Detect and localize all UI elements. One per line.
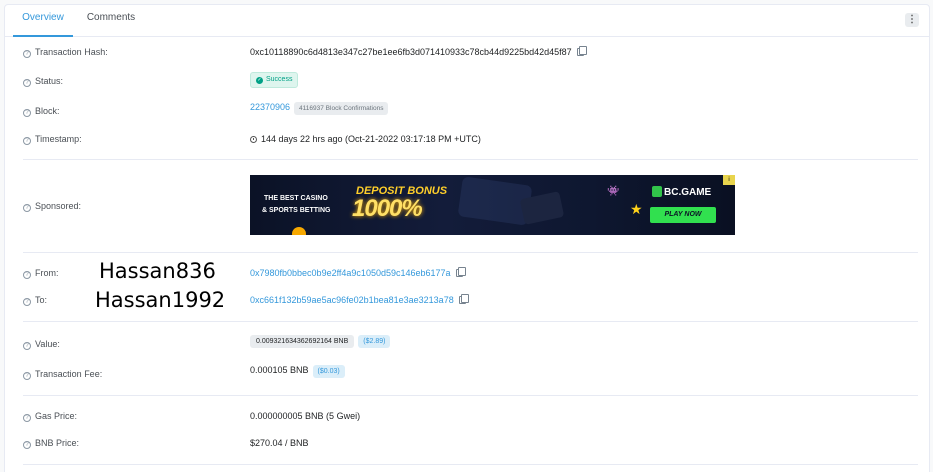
tab-overview[interactable]: Overview xyxy=(13,5,73,37)
bcgame-logo-icon xyxy=(652,186,662,197)
sponsored-ad-banner[interactable]: THE BEST CASINO & SPORTS BETTING DEPOSIT… xyxy=(250,175,735,235)
label-gas-price: ? Gas Price: xyxy=(23,411,77,422)
copy-icon[interactable] xyxy=(458,294,469,304)
copy-icon[interactable] xyxy=(576,46,587,56)
status-value: ✓ Success xyxy=(250,72,299,88)
label-value: ? Value: xyxy=(23,339,60,350)
label-to: ? To: xyxy=(23,295,47,306)
divider xyxy=(23,395,918,396)
to-address-link[interactable]: 0xc661f132b59ae5ac96fe02b1bea81e3ae3213a… xyxy=(250,295,454,305)
from-value: 0x7980fb0bbec0b9e2ff4a9c1050d59c146eb617… xyxy=(250,267,466,278)
block-confirmations-badge: 4116937 Block Confirmations xyxy=(294,102,389,115)
label-timestamp: ? Timestamp: xyxy=(23,134,82,145)
divider xyxy=(23,464,918,465)
help-icon[interactable]: ? xyxy=(23,204,31,212)
label-transaction-fee: ? Transaction Fee: xyxy=(23,369,102,380)
ad-play-now-button[interactable]: PLAY NOW xyxy=(650,207,716,223)
from-address-link[interactable]: 0x7980fb0bbec0b9e2ff4a9c1050d59c146eb617… xyxy=(250,268,451,278)
transaction-fee-value: 0.000105 BNB ($0.03) xyxy=(250,365,345,378)
timestamp-value: 144 days 22 hrs ago (Oct-21-2022 03:17:1… xyxy=(250,134,481,144)
divider xyxy=(23,252,918,253)
label-status: ? Status: xyxy=(23,76,63,87)
fee-amount: 0.000105 BNB xyxy=(250,365,309,375)
label-sponsored: ? Sponsored: xyxy=(23,201,81,212)
more-options-icon[interactable]: ⋮ xyxy=(905,13,919,27)
to-value: 0xc661f132b59ae5ac96fe02b1bea81e3ae3213a… xyxy=(250,294,469,305)
tab-comments[interactable]: Comments xyxy=(81,5,141,37)
game-icon: 👾 xyxy=(607,186,620,197)
copy-icon[interactable] xyxy=(455,267,466,277)
divider xyxy=(23,321,918,322)
bnb-price-value: $270.04 / BNB xyxy=(250,438,309,448)
help-icon[interactable]: ? xyxy=(23,372,31,380)
block-value: 22370906 4116937 Block Confirmations xyxy=(250,102,389,115)
ad-line-2: & SPORTS BETTING xyxy=(262,207,331,214)
ad-percent-text: 1000% xyxy=(352,195,423,222)
help-icon[interactable]: ? xyxy=(23,79,31,87)
check-icon: ✓ xyxy=(256,77,263,84)
clock-icon xyxy=(250,136,257,143)
tab-bar: Overview Comments ⋮ xyxy=(5,5,929,37)
gas-price-value: 0.000000005 BNB (5 Gwei) xyxy=(250,411,361,421)
value-usd-badge: ($2.89) xyxy=(358,335,391,348)
value-value: 0.009321634362692164 BNB ($2.89) xyxy=(250,335,391,348)
handwritten-from-name: Hassan836 xyxy=(99,259,216,283)
help-icon[interactable]: ? xyxy=(23,414,31,422)
help-icon[interactable]: ? xyxy=(23,50,31,58)
label-transaction-hash: ? Transaction Hash: xyxy=(23,47,108,58)
label-from: ? From: xyxy=(23,268,59,279)
divider xyxy=(23,159,918,160)
handwritten-to-name: Hassan1992 xyxy=(95,288,226,312)
adchoices-icon[interactable]: i xyxy=(723,175,735,185)
transaction-card: Overview Comments ⋮ ? Transaction Hash: 0… xyxy=(4,4,930,472)
status-badge: ✓ Success xyxy=(250,72,299,88)
transaction-hash-value: 0xc10118890c6d4813e347c27be1ee6fb3d07141… xyxy=(250,46,587,57)
value-amount-badge: 0.009321634362692164 BNB xyxy=(250,335,355,348)
ad-brand: BC.GAME xyxy=(664,187,712,198)
help-icon[interactable]: ? xyxy=(23,298,31,306)
ad-line-1: THE BEST CASINO xyxy=(264,195,328,202)
help-icon[interactable]: ? xyxy=(23,137,31,145)
help-icon[interactable]: ? xyxy=(23,342,31,350)
fee-usd-badge: ($0.03) xyxy=(312,365,345,378)
block-number-link[interactable]: 22370906 xyxy=(250,102,290,112)
help-icon[interactable]: ? xyxy=(23,271,31,279)
label-bnb-price: ? BNB Price: xyxy=(23,438,79,449)
help-icon[interactable]: ? xyxy=(23,109,31,117)
label-block: ? Block: xyxy=(23,106,60,117)
help-icon[interactable]: ? xyxy=(23,441,31,449)
star-icon: ★ xyxy=(630,201,643,217)
transaction-hash-text: 0xc10118890c6d4813e347c27be1ee6fb3d07141… xyxy=(250,47,572,57)
coin-icon xyxy=(292,227,306,235)
